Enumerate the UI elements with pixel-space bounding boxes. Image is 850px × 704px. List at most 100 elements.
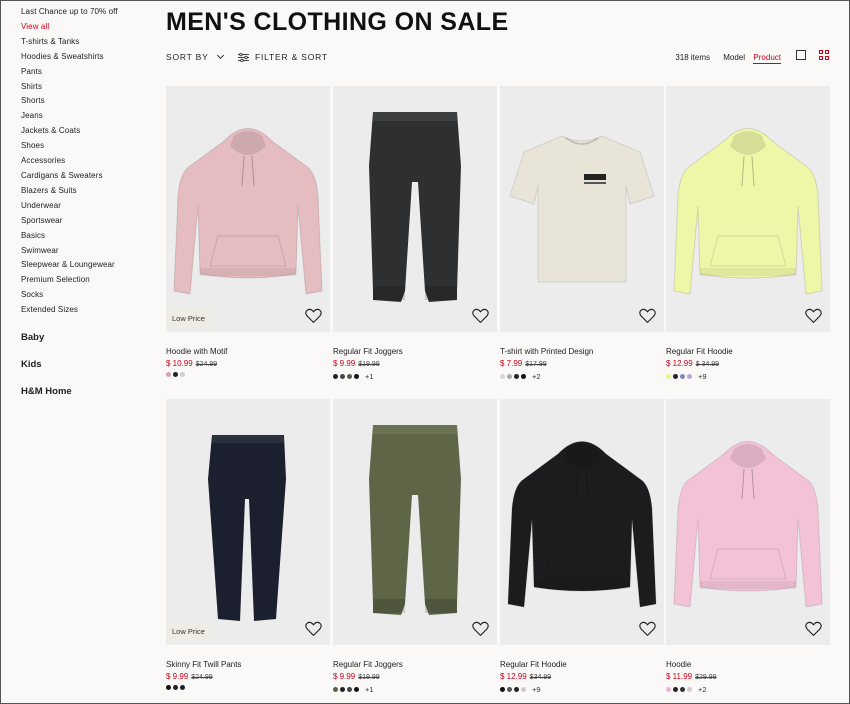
sidebar-link[interactable]: View all bbox=[21, 20, 151, 35]
color-swatch[interactable] bbox=[340, 687, 345, 692]
product-card[interactable]: Regular Fit Hoodie $ 12.99 $34.99 +9 bbox=[500, 399, 664, 694]
color-swatch[interactable] bbox=[507, 687, 512, 692]
heart-icon[interactable] bbox=[805, 308, 822, 324]
product-card[interactable]: Low Price Skinny Fit Twill Pants $ 9.99 $24… bbox=[166, 399, 330, 690]
product-card[interactable]: Regular Fit Hoodie $ 12.99 $ 34.99 +9 bbox=[666, 86, 830, 381]
color-swatch[interactable] bbox=[521, 374, 526, 379]
product-image[interactable]: Low Price bbox=[166, 86, 330, 332]
color-swatch[interactable] bbox=[521, 687, 526, 692]
color-swatch[interactable] bbox=[347, 687, 352, 692]
product-name[interactable]: Hoodie with Motif bbox=[166, 347, 330, 356]
product-name[interactable]: T-shirt with Printed Design bbox=[500, 347, 664, 356]
sidebar-link[interactable]: Basics bbox=[21, 229, 151, 244]
product-image[interactable] bbox=[333, 86, 497, 332]
color-swatch[interactable] bbox=[347, 374, 352, 379]
heart-icon[interactable] bbox=[639, 308, 656, 324]
color-swatch[interactable] bbox=[173, 685, 178, 690]
single-view-icon[interactable] bbox=[796, 50, 806, 60]
product-image[interactable] bbox=[500, 86, 664, 332]
sidebar-link[interactable]: Sleepwear & Loungewear bbox=[21, 258, 151, 273]
sidebar-link[interactable]: Shirts bbox=[21, 80, 151, 95]
color-swatch[interactable] bbox=[514, 374, 519, 379]
color-swatch[interactable] bbox=[166, 685, 171, 690]
sidebar-link[interactable]: T-shirts & Tanks bbox=[21, 35, 151, 50]
color-swatch[interactable] bbox=[514, 687, 519, 692]
product-card[interactable]: T-shirt with Printed Design $ 7.99 $17.99 +… bbox=[500, 86, 664, 381]
sidebar-link[interactable]: Accessories bbox=[21, 154, 151, 169]
product-card[interactable]: Hoodie $ 11.99 $29.99 +2 bbox=[666, 399, 830, 694]
color-swatch[interactable] bbox=[687, 374, 692, 379]
product-card[interactable]: Low Price Hoodie with Motif $ 10.99 $24.99 bbox=[166, 86, 330, 377]
color-swatch[interactable] bbox=[673, 374, 678, 379]
view-product-toggle[interactable]: Product bbox=[753, 53, 781, 64]
sidebar-link[interactable]: Cardigans & Sweaters bbox=[21, 169, 151, 184]
heart-icon[interactable] bbox=[305, 308, 322, 324]
heart-icon[interactable] bbox=[472, 621, 489, 637]
sidebar-link[interactable]: Shoes bbox=[21, 139, 151, 154]
hoodie-image bbox=[673, 441, 823, 608]
view-model-toggle[interactable]: Model bbox=[723, 53, 745, 62]
original-price: $ 34.99 bbox=[695, 361, 720, 368]
color-swatch[interactable] bbox=[333, 687, 338, 692]
product-name[interactable]: Hoodie bbox=[666, 660, 830, 669]
product-name[interactable]: Skinny Fit Twill Pants bbox=[166, 660, 330, 669]
color-swatch[interactable] bbox=[180, 685, 185, 690]
color-swatch[interactable] bbox=[666, 687, 671, 692]
color-swatch[interactable] bbox=[500, 687, 505, 692]
heart-icon[interactable] bbox=[472, 308, 489, 324]
sidebar-link[interactable]: Hoodies & Sweatshirts bbox=[21, 50, 151, 65]
sidebar-link[interactable]: Pants bbox=[21, 65, 151, 80]
more-colors-count: +1 bbox=[365, 372, 374, 381]
product-name[interactable]: Regular Fit Hoodie bbox=[666, 347, 830, 356]
product-image[interactable] bbox=[500, 399, 664, 645]
product-image[interactable] bbox=[333, 399, 497, 645]
original-price: $24.99 bbox=[191, 674, 213, 681]
filter-sort-button[interactable]: FILTER & SORT bbox=[238, 52, 328, 62]
sidebar-section-kids[interactable]: Kids bbox=[21, 359, 42, 370]
color-swatch[interactable] bbox=[680, 687, 685, 692]
sidebar-link[interactable]: Underwear bbox=[21, 199, 151, 214]
color-swatch[interactable] bbox=[180, 372, 185, 377]
color-swatch[interactable] bbox=[166, 372, 171, 377]
product-name[interactable]: Regular Fit Joggers bbox=[333, 347, 497, 356]
color-swatch[interactable] bbox=[500, 374, 505, 379]
heart-icon[interactable] bbox=[639, 621, 656, 637]
heart-icon[interactable] bbox=[305, 621, 322, 637]
pants-image bbox=[208, 435, 286, 621]
price-row: $ 12.99 $ 34.99 bbox=[666, 359, 830, 368]
product-image[interactable] bbox=[666, 399, 830, 645]
product-image[interactable]: Low Price bbox=[166, 399, 330, 645]
color-swatch[interactable] bbox=[507, 374, 512, 379]
color-swatch[interactable] bbox=[680, 374, 685, 379]
heart-icon[interactable] bbox=[805, 621, 822, 637]
color-swatch[interactable] bbox=[340, 374, 345, 379]
color-swatch[interactable] bbox=[354, 687, 359, 692]
product-card[interactable]: Regular Fit Joggers $ 9.99 $19.99 +1 bbox=[333, 399, 497, 694]
sidebar-link[interactable]: Last Chance up to 70% off bbox=[21, 5, 151, 20]
sidebar-link[interactable]: Extended Sizes bbox=[21, 303, 151, 318]
product-name[interactable]: Regular Fit Hoodie bbox=[500, 660, 664, 669]
product-image[interactable] bbox=[666, 86, 830, 332]
color-swatch[interactable] bbox=[173, 372, 178, 377]
sidebar-link[interactable]: Blazers & Suits bbox=[21, 184, 151, 199]
sidebar-link[interactable]: Jackets & Coats bbox=[21, 124, 151, 139]
sidebar-link[interactable]: Socks bbox=[21, 288, 151, 303]
sidebar-section-baby[interactable]: Baby bbox=[21, 332, 44, 343]
color-swatch[interactable] bbox=[666, 374, 671, 379]
color-swatch[interactable] bbox=[673, 687, 678, 692]
color-swatch[interactable] bbox=[354, 374, 359, 379]
pants-image bbox=[369, 112, 461, 302]
product-card[interactable]: Regular Fit Joggers $ 9.99 $19.99 +1 bbox=[333, 86, 497, 381]
product-name[interactable]: Regular Fit Joggers bbox=[333, 660, 497, 669]
price-row: $ 9.99 $24.99 bbox=[166, 672, 330, 681]
sidebar-section-hm-home[interactable]: H&M Home bbox=[21, 386, 72, 397]
sidebar-link[interactable]: Swimwear bbox=[21, 244, 151, 259]
color-swatch[interactable] bbox=[687, 687, 692, 692]
color-swatch[interactable] bbox=[333, 374, 338, 379]
sort-by-button[interactable]: SORT BY bbox=[166, 51, 224, 62]
sidebar-link[interactable]: Sportswear bbox=[21, 214, 151, 229]
sidebar-link[interactable]: Shorts bbox=[21, 94, 151, 109]
sidebar-link[interactable]: Premium Selection bbox=[21, 273, 151, 288]
sidebar-link[interactable]: Jeans bbox=[21, 109, 151, 124]
grid-view-icon[interactable] bbox=[819, 50, 829, 60]
